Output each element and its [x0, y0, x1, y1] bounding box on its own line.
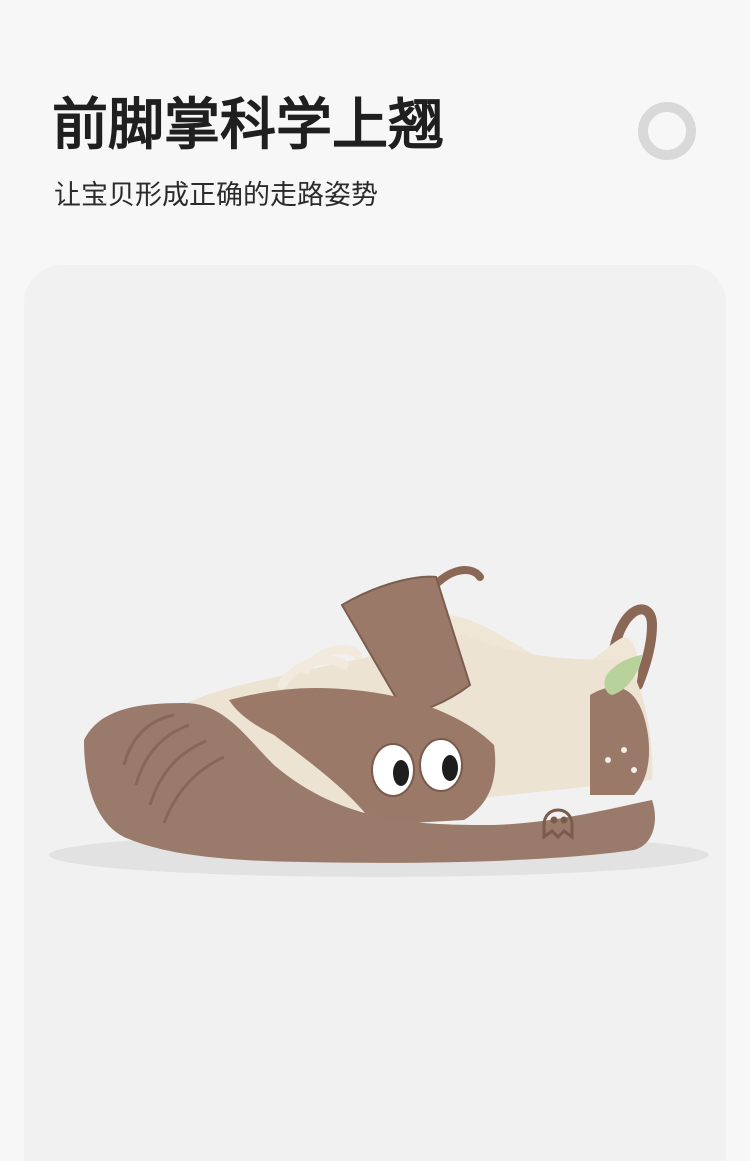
heel-dot [631, 767, 637, 773]
ring-icon [638, 102, 696, 160]
heel-dot [621, 747, 627, 753]
page-title: 前脚掌科学上翘 [52, 93, 444, 158]
product-image-card [24, 265, 726, 1161]
page-subtitle: 让宝贝形成正确的走路姿势 [54, 180, 378, 211]
toddler-shoe-illustration [49, 566, 709, 877]
heel-dot [605, 757, 611, 763]
left-pupil [393, 760, 409, 786]
right-pupil [442, 755, 458, 781]
